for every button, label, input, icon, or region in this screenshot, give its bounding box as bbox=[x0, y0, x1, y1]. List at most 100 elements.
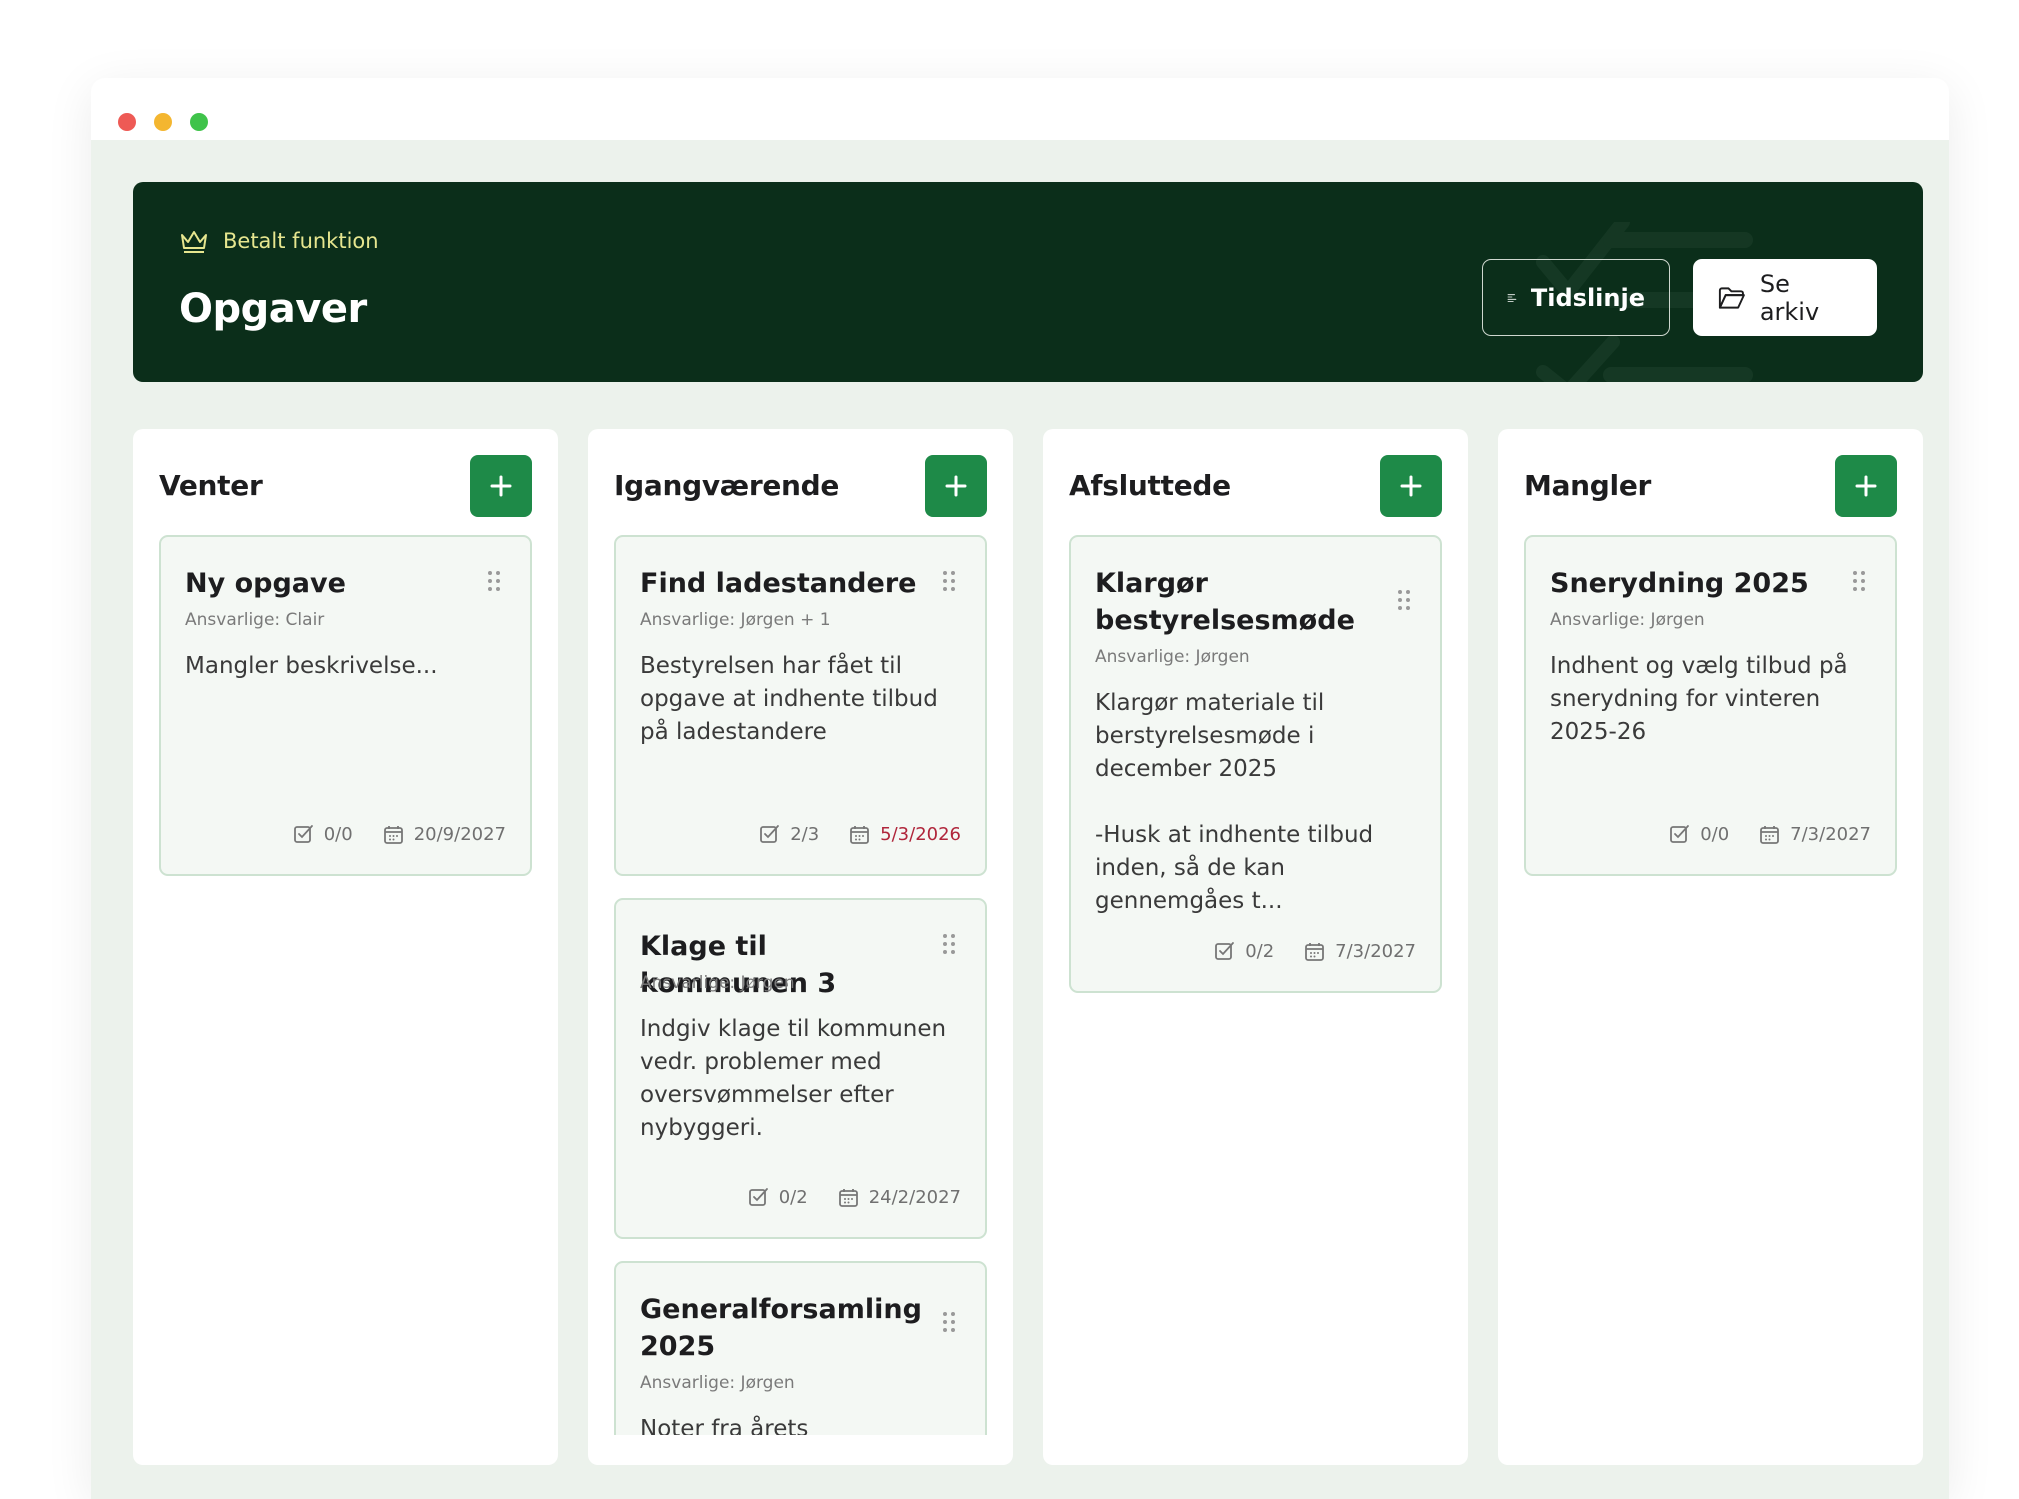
card-list: Find ladestandere Ansvarlige: Jørgen + 1… bbox=[614, 535, 987, 1435]
column-title: Venter bbox=[159, 469, 263, 502]
archive-button[interactable]: Se arkiv bbox=[1693, 259, 1877, 336]
task-assignee: Ansvarlige: Jørgen bbox=[640, 973, 795, 993]
task-description: Klargør materiale til berstyrelsesmøde i… bbox=[1095, 690, 1325, 782]
crown-icon bbox=[181, 231, 207, 253]
main-content: Betalt funktion Opgaver Tidslinje Se ark… bbox=[91, 140, 1949, 1499]
checkbox-icon bbox=[1215, 942, 1235, 960]
due-date-text: 20/9/2027 bbox=[413, 824, 506, 845]
checkbox-icon bbox=[760, 825, 780, 843]
drag-handle-icon[interactable] bbox=[486, 570, 502, 592]
column-venter: Venter Ny opgave Ansvarlige: Clair Mangl… bbox=[133, 429, 558, 1465]
plus-icon bbox=[490, 475, 512, 497]
task-assignee: Ansvarlige: Jørgen bbox=[1095, 647, 1250, 667]
task-meta: 0/0 20/9/2027 bbox=[293, 824, 506, 845]
task-card[interactable]: Ny opgave Ansvarlige: Clair Mangler besk… bbox=[159, 535, 532, 876]
add-task-button[interactable] bbox=[470, 455, 532, 517]
checklist-progress: 0/2 bbox=[1214, 941, 1274, 962]
task-title: Ny opgave bbox=[185, 568, 346, 599]
card-list: Snerydning 2025 Ansvarlige: Jørgen Indhe… bbox=[1524, 535, 1897, 1435]
task-assignee: Ansvarlige: Clair bbox=[185, 610, 325, 630]
task-description: Mangler beskrivelse... bbox=[185, 653, 438, 679]
timeline-icon bbox=[1507, 293, 1517, 302]
task-card[interactable]: Snerydning 2025 Ansvarlige: Jørgen Indhe… bbox=[1524, 535, 1897, 876]
checklist-count: 0/2 bbox=[778, 1187, 808, 1208]
task-title: Klargør bestyrelsesmøde bbox=[1095, 568, 1355, 636]
due-date-text-overdue: 5/3/2026 bbox=[880, 824, 961, 845]
checklist-progress: 0/0 bbox=[293, 824, 353, 845]
calendar-icon bbox=[850, 826, 870, 844]
checklist-count: 0/2 bbox=[1245, 941, 1275, 962]
checklist-progress: 0/0 bbox=[1669, 824, 1729, 845]
task-title: Snerydning 2025 bbox=[1550, 568, 1809, 599]
task-meta: 0/0 7/3/2027 bbox=[1669, 824, 1871, 845]
add-task-button[interactable] bbox=[1835, 455, 1897, 517]
drag-handle-icon[interactable] bbox=[1851, 570, 1867, 592]
column-afsluttede: Afsluttede Klargør bestyrelsesmøde Ansva… bbox=[1043, 429, 1468, 1465]
task-title: Find ladestandere bbox=[640, 568, 917, 599]
task-description: Bestyrelsen har fået til opgave at indhe… bbox=[640, 653, 938, 745]
timeline-button-label: Tidslinje bbox=[1530, 283, 1645, 312]
plus-icon bbox=[1855, 475, 1877, 497]
archive-button-label: Se arkiv bbox=[1759, 269, 1820, 326]
task-description: Noter fra årets bbox=[640, 1416, 809, 1435]
page-header: Betalt funktion Opgaver Tidslinje Se ark… bbox=[133, 182, 1923, 382]
task-meta: 0/2 7/3/2027 bbox=[1214, 941, 1416, 962]
checklist-progress: 0/2 bbox=[748, 1187, 808, 1208]
checklist-progress: 2/3 bbox=[759, 824, 819, 845]
close-window-button[interactable] bbox=[118, 113, 136, 131]
badge-label: Betalt funktion bbox=[223, 229, 379, 253]
plus-icon bbox=[1400, 475, 1422, 497]
task-meta: 2/3 5/3/2026 bbox=[759, 824, 961, 845]
calendar-icon bbox=[383, 826, 403, 844]
drag-handle-icon[interactable] bbox=[1396, 589, 1412, 611]
checkbox-icon bbox=[293, 825, 313, 843]
calendar-icon bbox=[1305, 943, 1325, 961]
column-title: Mangler bbox=[1524, 469, 1652, 502]
timeline-button[interactable]: Tidslinje bbox=[1482, 259, 1670, 336]
due-date-text: 7/3/2027 bbox=[1790, 824, 1871, 845]
task-card[interactable]: Find ladestandere Ansvarlige: Jørgen + 1… bbox=[614, 535, 987, 876]
checklist-count: 0/0 bbox=[1700, 824, 1730, 845]
header-actions: Tidslinje Se arkiv bbox=[1482, 259, 1877, 336]
plus-icon bbox=[945, 475, 967, 497]
paid-feature-badge: Betalt funktion bbox=[179, 228, 379, 254]
task-assignee: Ansvarlige: Jørgen bbox=[1550, 610, 1705, 630]
add-task-button[interactable] bbox=[1380, 455, 1442, 517]
maximize-window-button[interactable] bbox=[190, 113, 208, 131]
task-title: Generalforsamling 2025 bbox=[640, 1294, 922, 1362]
task-assignee: Ansvarlige: Jørgen + 1 bbox=[640, 610, 831, 630]
task-meta: 0/2 24/2/2027 bbox=[748, 1187, 961, 1208]
task-assignee: Ansvarlige: Jørgen bbox=[640, 1373, 795, 1393]
due-date-text: 7/3/2027 bbox=[1335, 941, 1416, 962]
task-card[interactable]: Generalforsamling 2025 Ansvarlige: Jørge… bbox=[614, 1261, 987, 1435]
due-date: 20/9/2027 bbox=[383, 824, 506, 845]
card-list: Ny opgave Ansvarlige: Clair Mangler besk… bbox=[159, 535, 532, 1435]
window-controls bbox=[118, 113, 208, 131]
calendar-icon bbox=[838, 1189, 858, 1207]
task-description: Indgiv klage til kommunen vedr. probleme… bbox=[640, 1016, 947, 1141]
checkbox-icon bbox=[748, 1188, 768, 1206]
task-description: Indhent og vælg tilbud på snerydning for… bbox=[1550, 653, 1848, 745]
calendar-icon bbox=[1760, 826, 1780, 844]
due-date: 7/3/2027 bbox=[1759, 824, 1871, 845]
checklist-count: 0/0 bbox=[323, 824, 353, 845]
column-mangler: Mangler Snerydning 2025 Ansvarlige: Jørg… bbox=[1498, 429, 1923, 1465]
drag-handle-icon[interactable] bbox=[941, 933, 957, 955]
column-igangvaerende: Igangværende Find ladestandere Ansvarlig… bbox=[588, 429, 1013, 1465]
task-description-continued: -Husk at indhente tilbud inden, så de ka… bbox=[1095, 822, 1374, 914]
column-title: Igangværende bbox=[614, 469, 840, 502]
due-date: 5/3/2026 bbox=[849, 824, 961, 845]
checklist-count: 2/3 bbox=[790, 824, 820, 845]
due-date-text: 24/2/2027 bbox=[868, 1187, 961, 1208]
drag-handle-icon[interactable] bbox=[941, 1311, 957, 1333]
minimize-window-button[interactable] bbox=[154, 113, 172, 131]
drag-handle-icon[interactable] bbox=[941, 570, 957, 592]
page-title: Opgaver bbox=[179, 286, 367, 332]
add-task-button[interactable] bbox=[925, 455, 987, 517]
task-card[interactable]: Klage til kommunen 3 Ansvarlige: Jørgen … bbox=[614, 898, 987, 1239]
due-date: 24/2/2027 bbox=[838, 1187, 961, 1208]
task-card[interactable]: Klargør bestyrelsesmøde Ansvarlige: Jørg… bbox=[1069, 535, 1442, 993]
column-title: Afsluttede bbox=[1069, 469, 1231, 502]
checkbox-icon bbox=[1670, 825, 1690, 843]
app-window: Betalt funktion Opgaver Tidslinje Se ark… bbox=[91, 78, 1949, 1499]
